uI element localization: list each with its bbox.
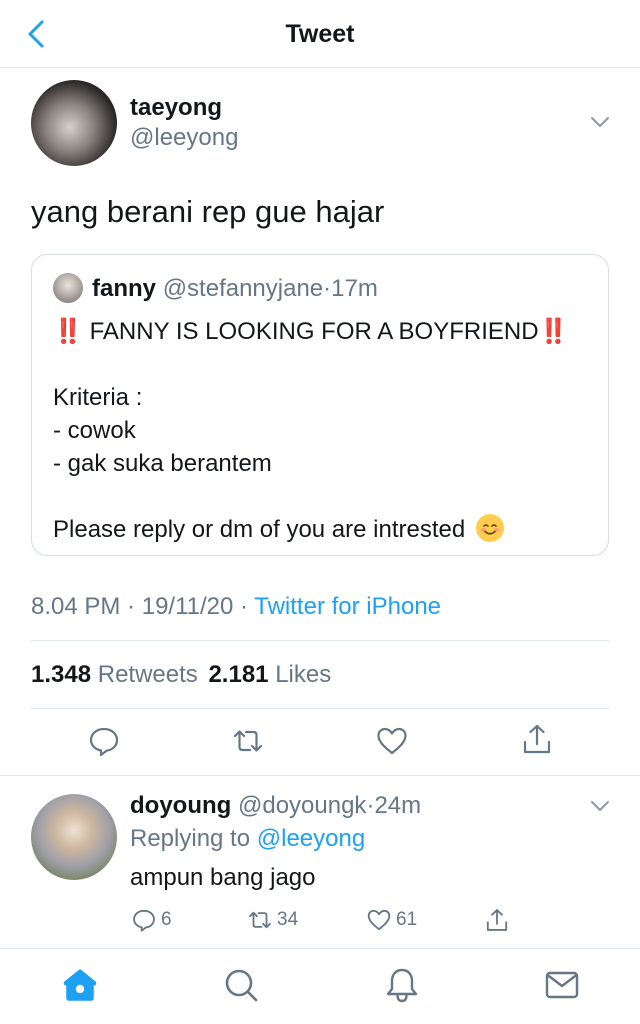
tweet-date: 19/11/20 [141,593,234,620]
chevron-down-icon [591,801,609,811]
quoted-line: - cowok [53,417,136,444]
page-title: Tweet [285,20,355,48]
tweet-text: yang berani rep gue hajar [31,194,385,229]
reply-author-name[interactable]: doyoung [130,792,231,819]
share-icon [486,909,508,931]
double-exclamation-icon: ‼️ [53,318,83,345]
likes-stat[interactable]: 2.181 Likes [208,661,331,688]
reply-reply-button[interactable]: 6 [131,906,172,934]
reply-author-avatar[interactable] [31,794,117,880]
tab-messages[interactable] [542,965,582,1005]
author-name[interactable]: taeyong [130,94,222,122]
reply-retweet-count: 34 [277,909,299,930]
tab-home[interactable] [60,965,100,1005]
quoted-separator: · [323,275,332,302]
tab-notifications[interactable] [382,965,422,1005]
reply-retweet-button[interactable]: 34 [247,906,298,934]
meta-separator: · [120,593,142,620]
quoted-headline: FANNY IS LOOKING FOR A BOYFRIEND [89,318,539,345]
retweets-count: 1.348 [31,661,92,688]
bottom-tab-bar [0,948,640,1024]
top-bar: Tweet [0,0,640,68]
share-button[interactable] [520,722,554,756]
author-handle[interactable]: @leeyong [130,124,238,152]
quoted-closing-line: Please reply or dm of you are intrested [53,513,568,546]
reply-like-button[interactable]: 61 [366,906,417,934]
reply-icon [133,909,155,932]
likes-label: Likes [275,661,332,688]
home-icon [63,969,97,1001]
like-button[interactable] [375,724,409,758]
tweet-options-button[interactable] [588,110,612,134]
reply-header: doyoung @doyoungk·24m [130,792,421,820]
quoted-tweet[interactable]: fanny @stefannyjane·17m ‼️ FANNY IS LOOK… [31,254,609,556]
reply-timestamp: 24m [374,792,422,819]
quoted-headline-line: ‼️ FANNY IS LOOKING FOR A BOYFRIEND‼️ [53,315,568,348]
retweet-icon [233,730,263,752]
replying-to-mention[interactable]: @leeyong [257,825,365,852]
search-icon [225,969,258,1002]
quoted-timestamp: 17m [331,275,378,302]
quoted-author-handle: @stefannyjane [162,275,324,302]
chevron-down-icon [591,117,609,127]
heart-icon [367,909,391,931]
quoted-author-avatar [53,273,83,303]
messages-icon [545,971,579,999]
section-divider [0,775,640,776]
retweets-label: Retweets [97,661,198,688]
quoted-tweet-text: ‼️ FANNY IS LOOKING FOR A BOYFRIEND‼️ Kr… [53,315,568,546]
share-icon [523,724,551,754]
author-avatar[interactable] [31,80,117,166]
tab-search[interactable] [221,965,261,1005]
smiling-face-emoji-icon [475,514,504,542]
reply-share-button[interactable] [484,906,510,934]
reply-text: ampun bang jago [130,864,316,891]
reply-options-button[interactable] [588,794,612,818]
replying-to-label: Replying to [130,825,251,852]
quoted-tweet-header: fanny @stefannyjane·17m [92,275,378,303]
divider [31,640,609,641]
retweet-button[interactable] [231,724,265,758]
retweet-icon [249,911,271,929]
reply-like-count: 61 [396,909,418,930]
retweets-stat[interactable]: 1.348 Retweets [31,661,198,688]
tweet-stats: 1.348 Retweets 2.181 Likes [31,661,331,689]
quoted-line: - gak suka berantem [53,450,272,477]
quoted-closing: Please reply or dm of you are intrested [53,516,466,543]
tweet-time: 8.04 PM [31,593,121,620]
heart-icon [377,727,407,755]
quoted-line: Kriteria : [53,384,143,411]
tweet-source-link[interactable]: Twitter for iPhone [254,593,441,620]
replying-to-line: Replying to @leeyong [130,825,365,853]
meta-separator: · [233,593,255,620]
notifications-icon [386,968,418,1003]
tweet-meta: 8.04 PM · 19/11/20 · Twitter for iPhone [31,593,441,621]
reply-icon [89,727,119,757]
reply-button[interactable] [87,724,121,758]
reply-author-handle[interactable]: @doyoungk [238,792,366,819]
quoted-author-name: fanny [92,275,157,302]
double-exclamation-icon: ‼️ [538,318,569,345]
likes-count: 2.181 [208,661,269,688]
reply-reply-count: 6 [161,909,172,930]
divider [31,708,609,709]
